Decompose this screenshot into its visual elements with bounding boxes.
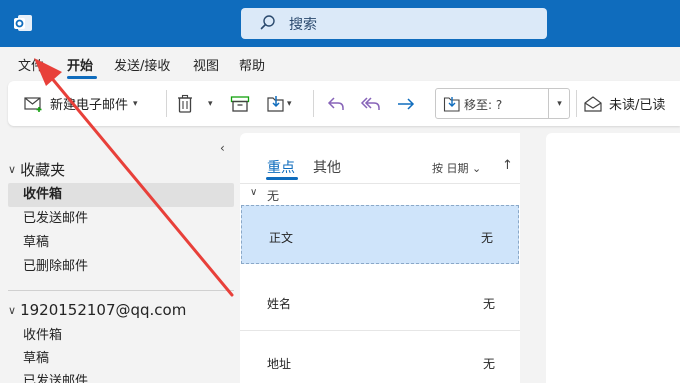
chevron-down-icon[interactable]: ▾ — [287, 99, 292, 109]
sort-direction-icon[interactable]: ↑ — [502, 158, 513, 173]
move-to-label: 移至: ? — [464, 98, 503, 112]
message-date: 无 — [482, 297, 495, 311]
new-mail-button[interactable]: 新建电子邮件 ▾ — [24, 81, 138, 126]
message-row[interactable]: 正文 无 — [241, 205, 519, 264]
search-placeholder: 搜索 — [289, 17, 317, 33]
chevron-down-icon[interactable]: ▾ — [208, 99, 213, 109]
account-header[interactable]: ∨ 1920152107@qq.com — [8, 301, 186, 319]
open-envelope-icon — [583, 95, 603, 113]
new-mail-icon — [24, 95, 44, 113]
reply-button[interactable] — [326, 81, 346, 126]
message-list: 重点 其他 按 日期 ⌄ ↑ ∨ 无 正文 无 姓名 无 地址 无 — [240, 133, 520, 383]
account-folder-drafts[interactable]: 草稿 — [8, 347, 234, 371]
favorites-header[interactable]: ∨ 收藏夹 — [8, 159, 65, 180]
tab-view[interactable]: 视图 — [193, 55, 219, 74]
inbox-tabs: 重点 其他 按 日期 ⌄ ↑ — [240, 133, 520, 183]
search-input[interactable]: 搜索 — [241, 8, 547, 39]
move-to-folder-icon — [443, 95, 461, 117]
search-icon — [259, 14, 277, 32]
active-tab-indicator — [266, 177, 298, 180]
ribbon-toolbar: 新建电子邮件 ▾ ▾ ▾ 移至: ? ▾ 未读/已读 — [8, 81, 680, 126]
trash-icon — [176, 94, 194, 114]
folder-sent[interactable]: 已发送邮件 — [8, 207, 234, 231]
chevron-down-icon: ∨ — [8, 303, 17, 317]
reading-pane — [546, 133, 680, 383]
unread-read-label: 未读/已读 — [609, 98, 666, 113]
divider — [8, 290, 234, 291]
reply-all-icon — [360, 95, 382, 113]
message-subject: 姓名 — [267, 297, 292, 311]
forward-icon — [396, 95, 416, 113]
folder-inbox[interactable]: 收件箱 — [8, 183, 234, 207]
chevron-down-icon[interactable]: ▾ — [133, 99, 138, 109]
chevron-down-icon: ⌄ — [472, 162, 482, 175]
forward-button[interactable] — [396, 81, 416, 126]
folder-pane: ‹ ∨ 收藏夹 收件箱 已发送邮件 草稿 已删除邮件 ∨ 1920152107@… — [0, 133, 240, 383]
title-bar: 搜索 — [0, 0, 680, 47]
message-row[interactable]: 姓名 无 — [240, 272, 520, 331]
tab-file[interactable]: 文件 — [18, 55, 44, 74]
tab-focused[interactable]: 重点 — [267, 157, 295, 177]
unread-read-button[interactable]: 未读/已读 — [583, 81, 665, 126]
chevron-down-icon: ∨ — [250, 187, 258, 198]
reply-all-button[interactable] — [360, 81, 382, 126]
divider — [313, 90, 314, 117]
menu-bar: 文件 开始 发送/接收 视图 帮助 — [0, 47, 680, 79]
reply-icon — [326, 95, 346, 113]
delete-button[interactable]: ▾ — [176, 81, 213, 126]
message-row[interactable]: 地址 无 — [240, 332, 520, 383]
archive-icon — [230, 95, 250, 113]
move-button[interactable]: ▾ — [266, 81, 292, 126]
outlook-logo-icon — [13, 13, 33, 33]
chevron-down-icon[interactable]: ▾ — [548, 89, 570, 118]
divider — [166, 90, 167, 117]
move-folder-icon — [266, 94, 286, 114]
divider — [576, 90, 577, 117]
folder-drafts[interactable]: 草稿 — [8, 231, 234, 255]
sort-dropdown[interactable]: 按 日期 ⌄ — [432, 160, 481, 176]
active-tab-indicator — [67, 76, 97, 79]
collapse-pane-icon[interactable]: ‹ — [220, 141, 225, 155]
tab-send-receive[interactable]: 发送/接收 — [114, 55, 170, 74]
account-folder-sent[interactable]: 已发送邮件 — [8, 370, 234, 383]
message-subject: 地址 — [267, 357, 292, 371]
new-mail-label: 新建电子邮件 — [50, 98, 129, 113]
group-header[interactable]: ∨ 无 — [240, 184, 520, 206]
folder-deleted[interactable]: 已删除邮件 — [8, 255, 234, 279]
message-date: 无 — [480, 231, 493, 245]
tab-home[interactable]: 开始 — [67, 55, 93, 74]
archive-button[interactable] — [230, 81, 250, 126]
move-to-dropdown[interactable]: 移至: ? ▾ — [435, 88, 570, 119]
message-subject: 正文 — [269, 231, 294, 245]
tab-other[interactable]: 其他 — [313, 157, 341, 177]
message-date: 无 — [482, 357, 495, 371]
tab-help[interactable]: 帮助 — [239, 55, 265, 74]
account-folder-inbox[interactable]: 收件箱 — [8, 324, 234, 348]
chevron-down-icon: ∨ — [8, 163, 17, 176]
